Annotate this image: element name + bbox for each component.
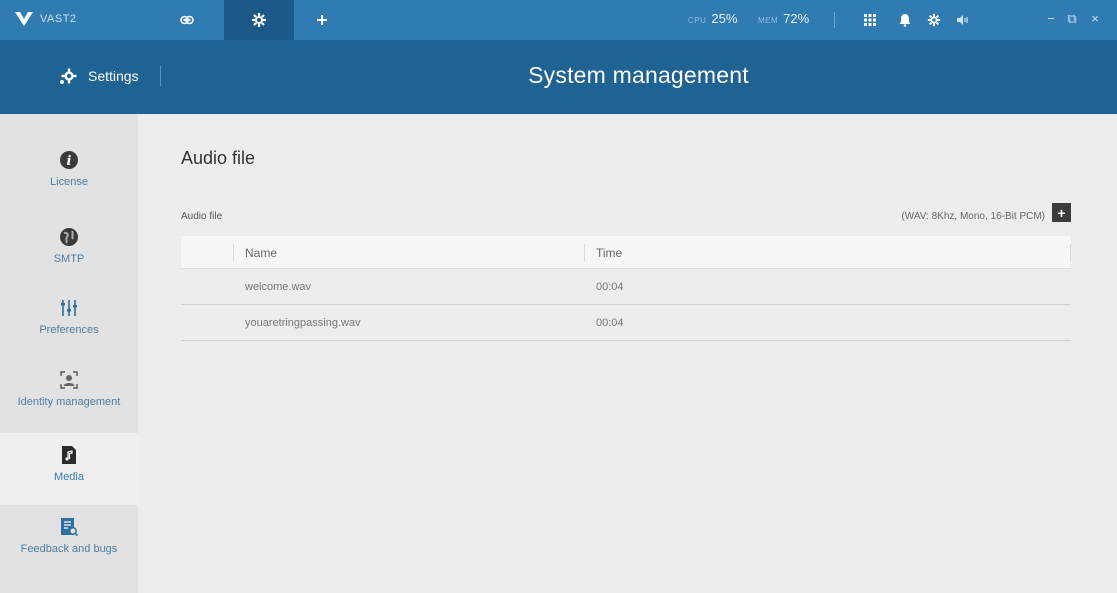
table-header: Name Time xyxy=(181,236,1071,269)
topbar-divider xyxy=(834,12,835,28)
gear-icon xyxy=(252,13,266,27)
memory-usage: MEM 72% xyxy=(758,11,809,26)
media-file-icon xyxy=(62,446,76,464)
mem-label: MEM xyxy=(758,16,779,25)
sidebar-item-label: Media xyxy=(54,471,84,483)
sidebar-item-feedback-and-bugs[interactable]: Feedback and bugs xyxy=(0,505,138,577)
cpu-label: CPU xyxy=(688,16,707,25)
feedback-icon xyxy=(61,518,79,537)
identity-icon xyxy=(60,371,78,389)
sidebar-item-smtp[interactable]: SMTP xyxy=(0,215,138,287)
audio-file-table: Name Time welcome.wav 00:04 youaretringp… xyxy=(181,236,1071,341)
sidebar-item-label: Identity management xyxy=(17,396,121,408)
settings-breadcrumb[interactable]: Settings xyxy=(58,66,139,86)
sidebar-item-label: License xyxy=(50,176,88,188)
globe-icon xyxy=(60,228,78,246)
close-button[interactable]: × xyxy=(1088,11,1102,26)
mem-value: 72% xyxy=(783,11,810,26)
layout-button[interactable] xyxy=(862,12,878,28)
settings-gear-icon xyxy=(60,68,77,84)
notifications-button[interactable] xyxy=(897,12,913,28)
sidebar-item-identity-management[interactable]: Identity management xyxy=(0,358,138,430)
speaker-icon xyxy=(957,15,968,25)
bell-icon xyxy=(899,14,911,27)
eye-icon xyxy=(180,15,194,25)
add-tab-button[interactable] xyxy=(294,0,350,40)
sidebar-item-media[interactable]: Media xyxy=(0,433,138,505)
svg-text:i: i xyxy=(67,154,72,169)
restore-button[interactable]: ⧉ xyxy=(1065,11,1079,27)
cpu-usage: CPU 25% xyxy=(688,11,737,26)
main-content: Audio file Audio file (WAV: 8Khz, Mono, … xyxy=(138,114,1117,593)
sidebar-item-license[interactable]: i License xyxy=(0,138,138,210)
top-bar: VAST2 CPU 25% MEM 72% − ⧉ × xyxy=(0,0,1117,40)
sidebar-item-label: Feedback and bugs xyxy=(20,543,118,555)
file-time-cell: 00:04 xyxy=(596,317,624,329)
column-header-name[interactable]: Name xyxy=(233,244,277,261)
sidebar-item-preferences[interactable]: Preferences xyxy=(0,286,138,358)
sliders-icon xyxy=(61,300,77,316)
file-time-cell: 00:04 xyxy=(596,281,624,293)
grid-icon xyxy=(864,14,876,26)
audio-format-hint: (WAV: 8Khz, Mono, 16-Bit PCM) xyxy=(901,211,1045,222)
file-name-cell: welcome.wav xyxy=(245,281,312,293)
column-divider xyxy=(1070,244,1071,261)
info-icon: i xyxy=(60,151,78,169)
column-header-time[interactable]: Time xyxy=(584,244,622,261)
table-row[interactable]: youaretringpassing.wav 00:04 xyxy=(181,305,1071,341)
table-row[interactable]: welcome.wav 00:04 xyxy=(181,269,1071,305)
sidebar-item-label: Preferences xyxy=(39,324,99,336)
section-label: Settings xyxy=(88,68,139,84)
cpu-value: 25% xyxy=(711,11,738,26)
minimize-button[interactable]: − xyxy=(1044,11,1058,26)
settings-icon xyxy=(927,13,941,27)
tab-settings[interactable] xyxy=(224,0,294,40)
app-name: VAST2 xyxy=(40,13,77,25)
sidebar-item-label: SMTP xyxy=(53,253,85,265)
add-audio-file-button[interactable]: + xyxy=(1052,203,1071,222)
audio-file-section-label: Audio file xyxy=(181,211,223,222)
sidebar: i License SMTP Preferences Identity mana… xyxy=(0,114,138,593)
page-header: Settings System management xyxy=(0,40,1117,114)
content-title: Audio file xyxy=(181,148,256,168)
vivotek-logo-icon xyxy=(15,12,33,26)
tab-liveview[interactable] xyxy=(150,0,224,40)
settings-button[interactable] xyxy=(926,12,942,28)
file-name-cell: youaretringpassing.wav xyxy=(245,317,361,329)
page-title-bar: System management xyxy=(528,62,749,88)
app-logo: VAST2 xyxy=(14,10,77,28)
volume-button[interactable] xyxy=(955,12,971,28)
plus-icon xyxy=(317,15,327,25)
